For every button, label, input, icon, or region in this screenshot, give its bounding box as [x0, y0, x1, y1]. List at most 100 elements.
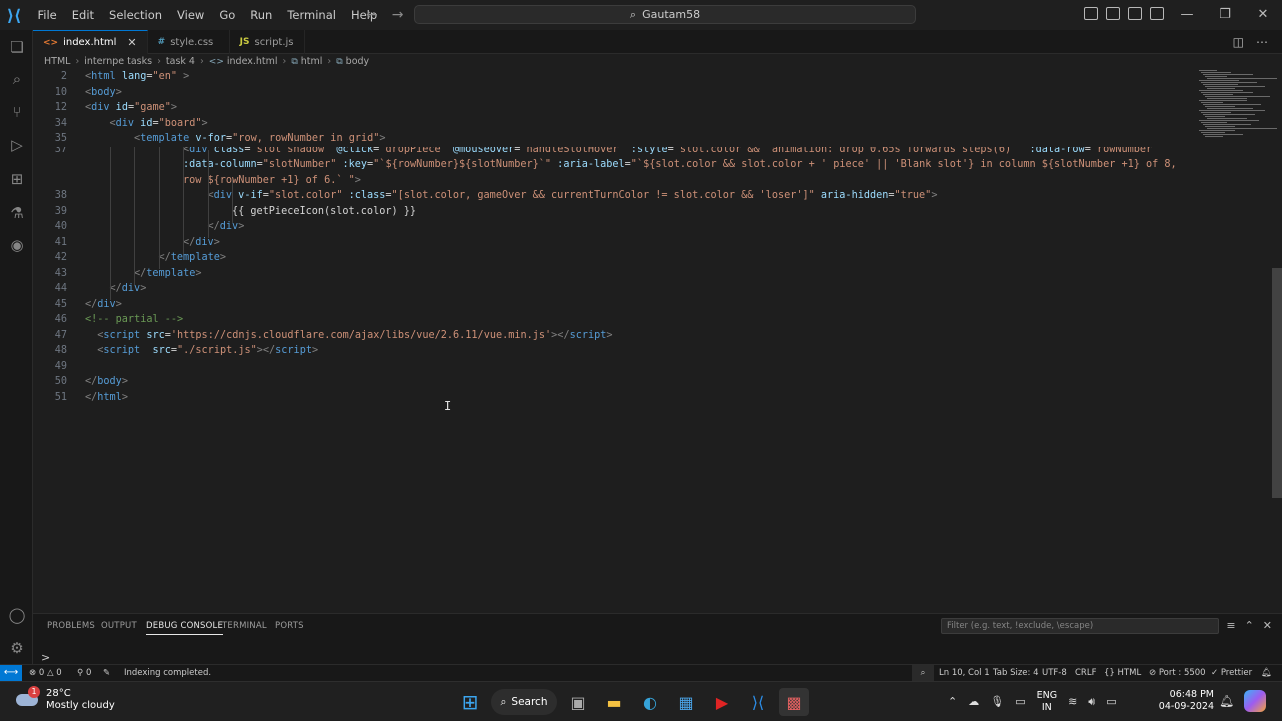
language-mode[interactable]: {} HTML — [1104, 665, 1141, 681]
windows-start-icon[interactable]: ⊞ — [455, 688, 485, 716]
microphone-icon[interactable]: 🎙︎ — [990, 695, 1004, 708]
code-line[interactable]: 38 <div v-if="slot.color" :class="[slot.c… — [33, 188, 1193, 204]
panel-tab-debug-console[interactable]: DEBUG CONSOLE — [146, 621, 224, 635]
menu-item-file[interactable]: File — [30, 0, 64, 30]
run-debug-icon[interactable]: ▷ — [8, 136, 26, 154]
testing-icon[interactable]: ⚗ — [8, 204, 26, 222]
code-line[interactable]: 46 <!-- partial --> — [33, 312, 1193, 328]
back-arrow-icon[interactable]: ← — [366, 7, 378, 23]
code-line[interactable]: 42 </template> — [33, 250, 1193, 266]
tab-index-html[interactable]: <> index.html ✕ — [33, 30, 148, 54]
code-line[interactable]: 2 <html lang="en" > — [33, 69, 1193, 85]
breadcrumb-item[interactable]: internpe tasks — [84, 56, 152, 67]
manage-gear-icon[interactable]: ⚙ — [8, 639, 26, 657]
menu-item-edit[interactable]: Edit — [64, 0, 101, 30]
code-line[interactable]: 50 </body> — [33, 374, 1193, 390]
file-explorer-icon[interactable]: ▬ — [599, 688, 629, 716]
code-line[interactable]: 44 </div> — [33, 281, 1193, 297]
code-line[interactable]: 35 <template v-for="row, rowNumber in gri… — [33, 131, 1193, 147]
code-line[interactable]: row ${rowNumber +1} of 6.` "> — [33, 173, 1193, 189]
editor-scrollbar[interactable] — [1272, 268, 1282, 498]
customize-layout-icon[interactable] — [1150, 7, 1164, 20]
cursor-position[interactable]: Ln 10, Col 1 — [939, 665, 990, 681]
breadcrumb-item[interactable]: html — [301, 56, 323, 67]
code-line[interactable]: 34 <div id="board"> — [33, 115, 1193, 131]
explorer-icon[interactable]: ❏ — [8, 38, 26, 56]
problems-status[interactable]: ⊗ 0 △ 0 — [29, 665, 62, 681]
taskbar-search-button[interactable]: ⌕ Search — [491, 689, 557, 715]
minimap[interactable] — [1195, 68, 1277, 148]
end-of-line[interactable]: CRLF — [1075, 665, 1096, 681]
edge-browser-icon[interactable]: ◐ — [635, 688, 665, 716]
code-line[interactable]: 48 <script src="./script.js"></script> — [33, 343, 1193, 359]
close-tab-icon[interactable]: ✕ — [127, 36, 136, 49]
notification-bell-icon[interactable]: 🔔︎ — [1219, 694, 1234, 708]
display-icon[interactable]: ▭ — [1015, 695, 1025, 708]
menu-item-go[interactable]: Go — [212, 0, 243, 30]
code-line[interactable]: 43 </template> — [33, 266, 1193, 282]
tab-style-css[interactable]: # style.css — [148, 30, 230, 54]
clear-console-icon[interactable]: ≡ — [1226, 619, 1235, 632]
split-editor-icon[interactable]: ◫ — [1233, 35, 1244, 49]
youtube-icon[interactable]: ▶ — [707, 688, 737, 716]
volume-icon[interactable]: 🔊︎ — [1088, 695, 1095, 709]
live-server-port[interactable]: ⊘ Port : 5500 — [1149, 665, 1206, 681]
menu-item-run[interactable]: Run — [243, 0, 280, 30]
microsoft-store-icon[interactable]: ▦ — [671, 688, 701, 716]
tab-size[interactable]: Tab Size: 4 — [993, 665, 1039, 681]
panel-tab-terminal[interactable]: TERMINAL — [222, 621, 267, 631]
show-hidden-icons-chevron-icon[interactable]: ⌃ — [948, 695, 957, 708]
code-line[interactable]: :data-column="slotNumber" :key="`${rowNu… — [33, 157, 1193, 173]
extensions-icon[interactable]: ⊞ — [8, 170, 26, 188]
breadcrumb-item[interactable]: body — [346, 56, 370, 67]
code-line[interactable]: 45 </div> — [33, 297, 1193, 313]
screen-recorder-icon[interactable]: ▩ — [779, 688, 809, 716]
toggle-primary-sidebar-icon[interactable] — [1084, 7, 1098, 20]
more-actions-icon[interactable]: ⋯ — [1256, 35, 1268, 49]
debug-console-filter-input[interactable]: Filter (e.g. text, !exclude, \escape) — [941, 618, 1219, 634]
menu-item-terminal[interactable]: Terminal — [280, 0, 344, 30]
taskbar-clock[interactable]: 06:48 PM 04-09-2024 — [1158, 689, 1214, 713]
panel-tab-problems[interactable]: PROBLEMS — [47, 621, 95, 631]
command-center-search[interactable]: ⌕ Gautam58 — [414, 5, 916, 24]
remote-indicator-icon[interactable]: ⟷ — [0, 665, 22, 681]
toggle-panel-icon[interactable] — [1106, 7, 1120, 20]
debug-console-prompt[interactable]: > — [41, 651, 50, 664]
cloud-sync-icon[interactable]: ☁ — [968, 695, 979, 708]
breadcrumb-item[interactable]: HTML — [44, 56, 70, 67]
code-line[interactable]: 47 <script src='https://cdnjs.cloudflare.… — [33, 328, 1193, 344]
language-indicator[interactable]: ENG IN — [1037, 690, 1057, 714]
copilot-icon[interactable] — [1244, 690, 1266, 712]
code-line[interactable]: 39 {{ getPieceIcon(slot.color) }} — [33, 204, 1193, 220]
panel-tab-ports[interactable]: PORTS — [275, 621, 304, 631]
menu-item-selection[interactable]: Selection — [102, 0, 170, 30]
ports-status[interactable]: ⚲ 0 — [77, 665, 91, 681]
source-control-icon[interactable]: ⑂ — [8, 103, 26, 121]
weather-widget[interactable]: 1 28°C Mostly cloudy — [16, 686, 115, 712]
wifi-icon[interactable]: ≋ — [1068, 695, 1077, 708]
vscode-taskbar-icon[interactable]: ⟩⟨ — [743, 688, 773, 716]
restore-button[interactable]: ❐ — [1206, 0, 1244, 30]
task-view-icon[interactable]: ▣ — [563, 688, 593, 716]
close-panel-icon[interactable]: ✕ — [1263, 619, 1272, 632]
encoding[interactable]: UTF-8 — [1042, 665, 1067, 681]
forward-arrow-icon[interactable]: → — [392, 7, 404, 23]
zoom-icon[interactable]: ⌕ — [912, 665, 934, 681]
breadcrumb-item[interactable]: task 4 — [166, 56, 195, 67]
minimize-button[interactable]: — — [1168, 0, 1206, 30]
code-line[interactable]: 10 <body> — [33, 84, 1193, 100]
code-editor[interactable]: 2 <html lang="en" >10 <body> 12 <div id="gam… — [33, 68, 1193, 613]
code-line[interactable]: 51 </html> — [33, 390, 1193, 406]
tab-script-js[interactable]: JS script.js — [230, 30, 305, 54]
search-view-icon[interactable]: ⌕ — [8, 70, 26, 88]
panel-tab-output[interactable]: OUTPUT — [101, 621, 137, 631]
notifications-bell-icon[interactable]: 🔔︎ — [1261, 665, 1272, 681]
maximize-panel-icon[interactable]: ⌃ — [1245, 619, 1254, 632]
remote-explorer-icon[interactable]: ◉ — [8, 236, 26, 254]
code-line[interactable]: 41 </div> — [33, 235, 1193, 251]
toggle-secondary-sidebar-icon[interactable] — [1128, 7, 1142, 20]
code-line[interactable]: 40 </div> — [33, 219, 1193, 235]
code-line[interactable]: 12 <div id="game"> — [33, 100, 1193, 116]
prettier-status[interactable]: ✓ Prettier — [1211, 665, 1252, 681]
menu-item-view[interactable]: View — [170, 0, 212, 30]
